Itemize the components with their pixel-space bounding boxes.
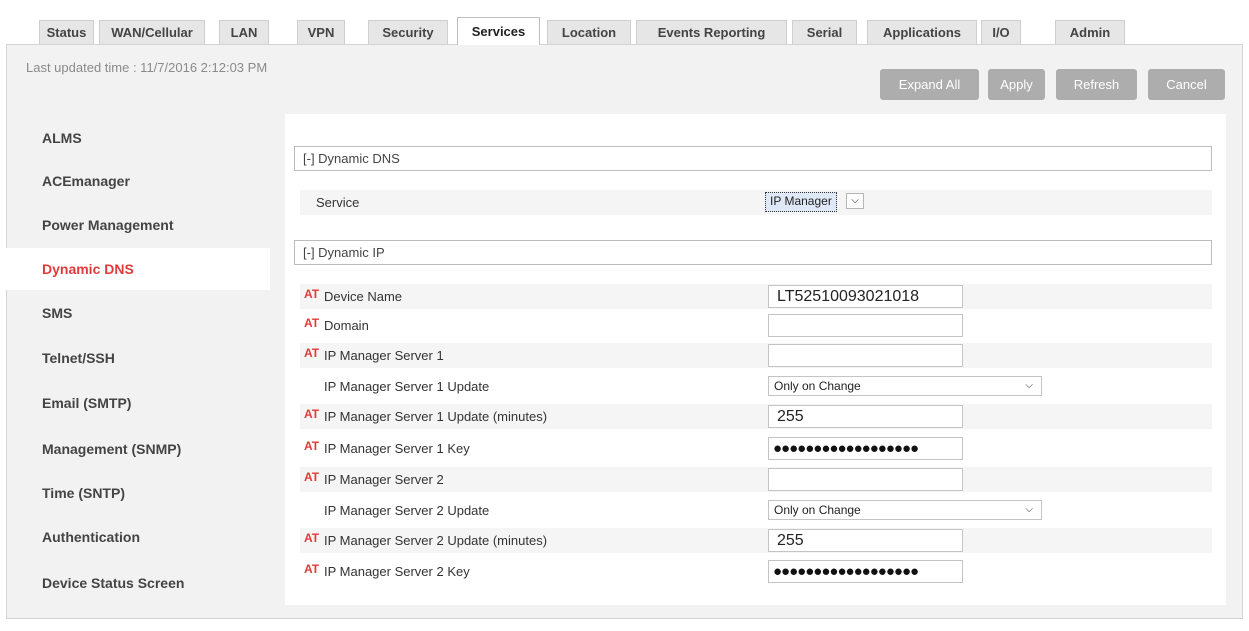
server1-row: AT IP Manager Server 1 [300, 343, 1212, 368]
section-header-dynamic-ip[interactable]: [-] Dynamic IP [294, 240, 1212, 265]
server1-key-row: AT IP Manager Server 1 Key ●●●●●●●●●●●●●… [300, 436, 1212, 461]
at-command-marker: AT [304, 562, 320, 576]
server2-input[interactable] [768, 468, 963, 491]
server1-update-minutes-label: IP Manager Server 1 Update (minutes) [324, 409, 548, 424]
server2-update-select[interactable]: Only on Change ⌵ [768, 500, 1042, 520]
sidebar-item-time-sntp[interactable]: Time (SNTP) [6, 474, 270, 513]
domain-row: AT Domain [300, 313, 1212, 338]
sidebar-item-alms[interactable]: ALMS [6, 119, 270, 158]
tab-vpn[interactable]: VPN [297, 20, 345, 44]
last-updated-text: Last updated time : 11/7/2016 2:12:03 PM [26, 60, 268, 75]
device-name-label: Device Name [324, 289, 403, 304]
server1-update-minutes-input[interactable]: 255 [768, 405, 963, 428]
sidebar-item-authentication[interactable]: Authentication [6, 518, 270, 557]
server1-input[interactable] [768, 344, 963, 367]
server2-update-minutes-input[interactable]: 255 [768, 529, 963, 552]
sidebar-item-power-management[interactable]: Power Management [6, 206, 270, 245]
chevron-down-icon: ⌵ [846, 193, 864, 209]
refresh-button[interactable]: Refresh [1056, 69, 1137, 100]
server1-key-password-input[interactable]: ●●●●●●●●●●●●●●●●●● [768, 437, 963, 460]
server1-label: IP Manager Server 1 [324, 348, 444, 363]
at-command-marker: AT [304, 470, 320, 484]
server2-key-label: IP Manager Server 2 Key [324, 564, 470, 579]
device-name-input[interactable]: LT52510093021018 [768, 285, 963, 308]
server2-update-select-value: Only on Change [774, 503, 861, 517]
service-select[interactable]: IP Manager ⌵ [765, 192, 866, 212]
service-label: Service [316, 195, 360, 210]
server1-update-select[interactable]: Only on Change ⌵ [768, 376, 1042, 396]
server2-update-minutes-row: AT IP Manager Server 2 Update (minutes) … [300, 528, 1212, 553]
top-tab-bar: Status WAN/Cellular LAN VPN Security Ser… [0, 0, 1249, 45]
server2-key-row: AT IP Manager Server 2 Key ●●●●●●●●●●●●●… [300, 559, 1212, 584]
apply-button[interactable]: Apply [988, 69, 1045, 100]
server2-update-label: IP Manager Server 2 Update [324, 503, 490, 518]
tab-wan-cellular[interactable]: WAN/Cellular [99, 20, 205, 44]
cancel-button[interactable]: Cancel [1148, 69, 1225, 100]
sidebar-item-acemanager[interactable]: ACEmanager [6, 162, 270, 201]
expand-all-button[interactable]: Expand All [880, 69, 979, 100]
tab-events-reporting[interactable]: Events Reporting [636, 20, 787, 44]
section-header-dynamic-dns[interactable]: [-] Dynamic DNS [294, 146, 1212, 171]
server2-update-minutes-label: IP Manager Server 2 Update (minutes) [324, 533, 548, 548]
at-command-marker: AT [304, 316, 320, 330]
sidebar-item-telnet-ssh[interactable]: Telnet/SSH [6, 339, 270, 378]
tab-services[interactable]: Services [457, 17, 540, 45]
tab-security[interactable]: Security [368, 20, 448, 44]
service-select-value: IP Manager [765, 192, 837, 212]
sidebar-item-device-status-screen[interactable]: Device Status Screen [6, 564, 270, 603]
server1-update-row: IP Manager Server 1 Update Only on Chang… [300, 374, 1212, 399]
server2-key-password-input[interactable]: ●●●●●●●●●●●●●●●●●● [768, 560, 963, 583]
service-row: Service IP Manager ⌵ [300, 190, 1212, 215]
tab-admin[interactable]: Admin [1055, 20, 1125, 44]
at-command-marker: AT [304, 346, 320, 360]
domain-input[interactable] [768, 314, 963, 337]
tab-applications[interactable]: Applications [867, 20, 977, 44]
server1-update-label: IP Manager Server 1 Update [324, 379, 490, 394]
server2-label: IP Manager Server 2 [324, 472, 444, 487]
server1-key-label: IP Manager Server 1 Key [324, 441, 470, 456]
server1-update-select-value: Only on Change [774, 379, 861, 393]
device-name-row: AT Device Name LT52510093021018 [300, 284, 1212, 309]
server2-row: AT IP Manager Server 2 [300, 467, 1212, 492]
at-command-marker: AT [304, 287, 320, 301]
tab-serial[interactable]: Serial [792, 20, 857, 44]
tab-lan[interactable]: LAN [219, 20, 269, 44]
sidebar-item-sms[interactable]: SMS [6, 294, 270, 333]
sidebar-item-management-snmp[interactable]: Management (SNMP) [6, 430, 270, 469]
tab-status[interactable]: Status [39, 20, 94, 44]
server1-update-minutes-row: AT IP Manager Server 1 Update (minutes) … [300, 404, 1212, 429]
at-command-marker: AT [304, 531, 320, 545]
tab-io[interactable]: I/O [981, 20, 1021, 44]
chevron-down-icon: ⌵ [1025, 380, 1033, 391]
domain-label: Domain [324, 318, 369, 333]
server2-update-row: IP Manager Server 2 Update Only on Chang… [300, 498, 1212, 523]
at-command-marker: AT [304, 407, 320, 421]
tab-location[interactable]: Location [547, 20, 631, 44]
sidebar-item-dynamic-dns[interactable]: Dynamic DNS [6, 248, 270, 290]
chevron-down-icon: ⌵ [1025, 504, 1033, 515]
sidebar-item-email-smtp[interactable]: Email (SMTP) [6, 384, 270, 423]
at-command-marker: AT [304, 439, 320, 453]
